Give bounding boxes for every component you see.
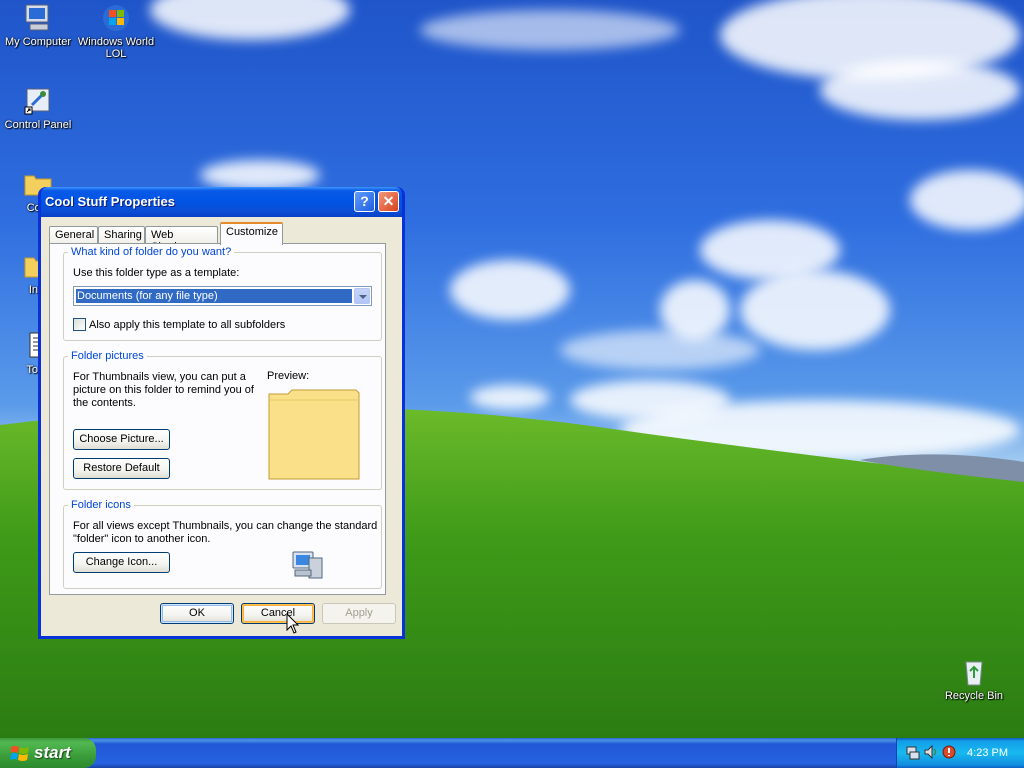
tab-sharing[interactable]: Sharing [98, 226, 145, 244]
customize-tab-panel: What kind of folder do you want? Use thi… [49, 243, 386, 595]
close-button[interactable]: ✕ [378, 191, 399, 212]
restore-default-button[interactable]: Restore Default [73, 458, 170, 479]
template-label: Use this folder type as a template: [73, 267, 240, 279]
apply-button[interactable]: Apply [322, 603, 396, 624]
recycle-bin-icon [958, 656, 990, 688]
title-bar[interactable]: Cool Stuff Properties ? ✕ [41, 187, 402, 217]
preview-label: Preview: [267, 370, 310, 382]
group-legend: Folder pictures [68, 350, 147, 362]
taskbar: start 4:23 PM [0, 738, 1024, 768]
folder-template-dropdown[interactable]: Documents (for any file type) [73, 286, 372, 306]
properties-dialog: Cool Stuff Properties ? ✕ General Sharin… [38, 187, 405, 639]
control-panel-icon [22, 85, 54, 117]
help-button[interactable]: ? [354, 191, 375, 212]
my-computer-icon [22, 2, 54, 34]
desktop-icon-windows-world[interactable]: Windows World LOL [76, 2, 156, 60]
security-alert-icon[interactable] [941, 744, 957, 760]
folder-pictures-group: Folder pictures For Thumbnails view, you… [63, 350, 382, 490]
start-label: start [34, 743, 71, 762]
desktop-icon-my-computer[interactable]: My Computer [0, 2, 78, 48]
desktop-icon-label: Windows World LOL [77, 36, 155, 60]
tab-web-sharing[interactable]: Web Sharing [145, 226, 218, 253]
choose-picture-button[interactable]: Choose Picture... [73, 429, 170, 450]
computer-icon [292, 551, 323, 579]
system-tray: 4:23 PM [896, 738, 1024, 768]
mouse-cursor-icon [286, 613, 300, 634]
windows-flag-icon [10, 746, 29, 761]
ok-button[interactable]: OK [160, 603, 234, 624]
change-icon-button[interactable]: Change Icon... [73, 552, 170, 573]
desktop-icon-control-panel[interactable]: Control Panel [0, 85, 78, 131]
desktop-icon-recycle-bin[interactable]: Recycle Bin [934, 656, 1014, 702]
folder-preview-icon [268, 389, 360, 480]
window-title: Cool Stuff Properties [45, 194, 176, 209]
folder-pictures-description: For Thumbnails view, you can put a pictu… [73, 371, 254, 409]
volume-icon[interactable] [923, 744, 939, 760]
tab-customize[interactable]: Customize [220, 222, 283, 245]
tab-general[interactable]: General [49, 226, 98, 244]
group-legend: What kind of folder do you want? [68, 246, 235, 258]
chevron-down-icon[interactable] [354, 288, 370, 304]
start-button[interactable]: start [0, 738, 96, 768]
cancel-button[interactable]: Cancel [241, 603, 315, 624]
dialog-client-area: General Sharing Web Sharing Customize Wh… [41, 217, 402, 636]
clock[interactable]: 4:23 PM [967, 747, 1008, 759]
apply-subfolders-checkbox[interactable] [73, 318, 86, 331]
desktop-icon-label: Control Panel [4, 119, 72, 131]
folder-type-group: What kind of folder do you want? Use thi… [63, 246, 382, 341]
folder-icons-group: Folder icons For all views except Thumbn… [63, 499, 382, 589]
apply-subfolders-label[interactable]: Also apply this template to all subfolde… [89, 319, 285, 332]
folder-icons-description: For all views except Thumbnails, you can… [73, 520, 378, 545]
desktop-icon-label: My Computer [4, 36, 72, 48]
windows-logo-icon [100, 2, 132, 34]
desktop-icon-label: Recycle Bin [944, 690, 1004, 702]
network-icon[interactable] [905, 744, 921, 760]
group-legend: Folder icons [68, 499, 134, 511]
dropdown-selected-value: Documents (for any file type) [76, 289, 352, 303]
